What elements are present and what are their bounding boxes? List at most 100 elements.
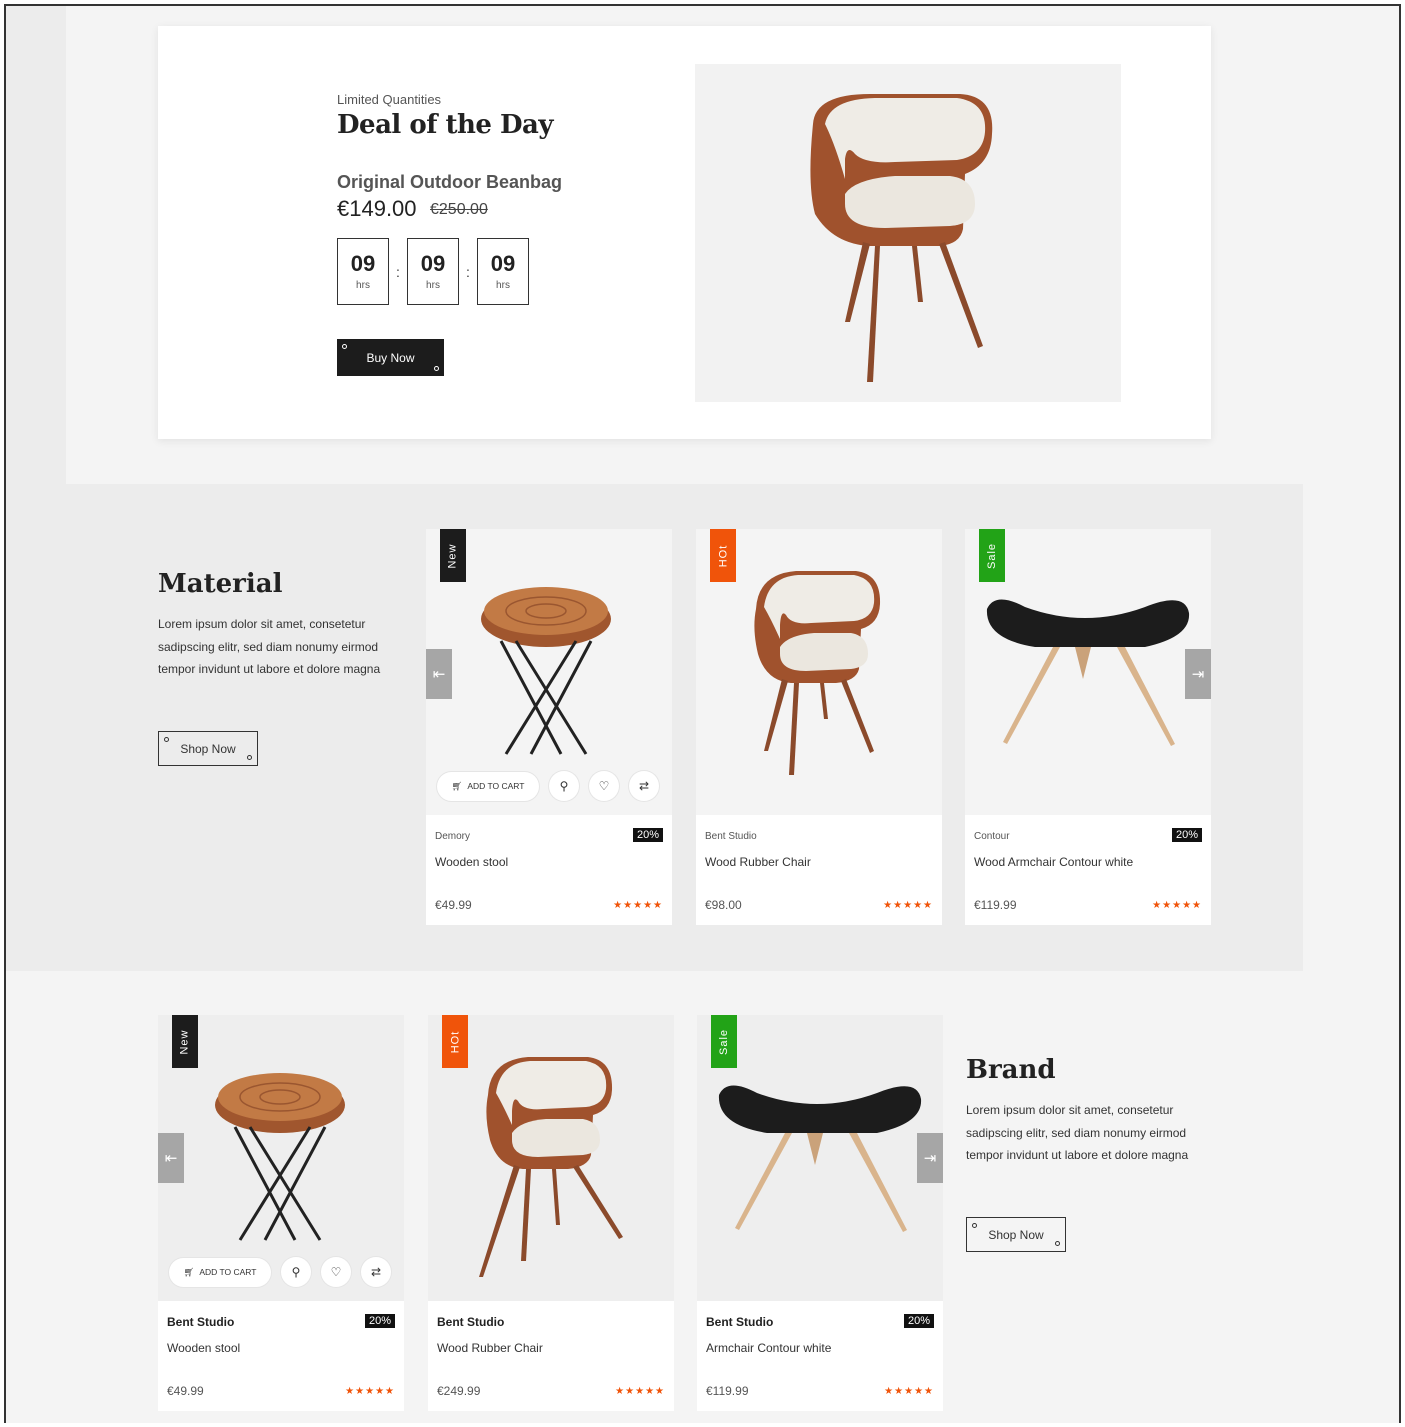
product-brand: Bent Studio — [167, 1315, 235, 1329]
heart-icon: ♡ — [330, 1265, 342, 1279]
brand-shop-now-button[interactable]: Shop Now — [966, 1217, 1066, 1252]
buy-now-button[interactable]: Buy Now — [337, 339, 444, 376]
rating-stars: ★★★★★ — [615, 1386, 665, 1397]
product-card[interactable]: HOt Bent Studio Wood Rubber Chair €249.9… — [428, 1015, 674, 1411]
deal-left-strip — [6, 6, 66, 486]
timer-separator: : — [466, 263, 470, 280]
card-actions: 🛒︎ ADD TO CART ⚲ ♡ ⇄ — [169, 1257, 391, 1287]
product-brand: Bent Studio — [437, 1315, 505, 1329]
timer-box: 09 hrs — [407, 238, 459, 305]
product-brand: Bent Studio — [706, 1315, 774, 1329]
badge-hot: HOt — [442, 1015, 468, 1068]
heart-icon: ♡ — [598, 779, 610, 793]
add-to-cart-button[interactable]: 🛒︎ ADD TO CART — [169, 1257, 271, 1287]
product-name[interactable]: Armchair Contour white — [706, 1341, 831, 1355]
timer-value: 09 — [350, 251, 376, 276]
wishlist-button[interactable]: ♡ — [589, 771, 619, 801]
timer-separator: : — [396, 263, 400, 280]
compare-button[interactable]: ⇄ — [629, 771, 659, 801]
search-icon: ⚲ — [559, 779, 569, 793]
badge-sale: Sale — [979, 529, 1005, 582]
chevron-left-icon: ⇤ — [432, 666, 446, 683]
discount-badge: 20% — [632, 828, 663, 842]
rating-stars: ★★★★★ — [883, 900, 933, 911]
deal-old-price: €250.00 — [430, 201, 488, 218]
product-price: €49.99 — [435, 898, 472, 912]
compare-button[interactable]: ⇄ — [361, 1257, 391, 1287]
badge-new: New — [172, 1015, 198, 1068]
deal-title: Deal of the Day — [337, 110, 553, 140]
quick-view-button[interactable]: ⚲ — [549, 771, 579, 801]
search-icon: ⚲ — [291, 1265, 301, 1279]
carousel-prev-button[interactable]: ⇤ — [158, 1133, 184, 1183]
carousel-next-button[interactable]: ⇥ — [1185, 649, 1211, 699]
badge-new: New — [440, 529, 466, 582]
deal-card: Limited Quantities Deal of the Day Origi… — [158, 26, 1211, 439]
compare-icon: ⇄ — [370, 1265, 382, 1279]
carousel-prev-button[interactable]: ⇤ — [426, 649, 452, 699]
cart-icon: 🛒︎ — [183, 1266, 195, 1277]
compare-icon: ⇄ — [638, 779, 650, 793]
armchair-image — [810, 94, 993, 382]
material-title: Material — [158, 569, 283, 599]
deal-subtitle: Limited Quantities — [337, 92, 442, 107]
product-brand: Bent Studio — [705, 831, 757, 842]
discount-badge: 20% — [1171, 828, 1202, 842]
product-card[interactable]: New ⇤ 🛒︎ ADD TO CART ⚲ ♡ ⇄ Bent Studio 20… — [158, 1015, 404, 1411]
product-price: €49.99 — [167, 1384, 204, 1398]
product-price: €119.99 — [974, 898, 1017, 912]
product-card[interactable]: New ⇤ 🛒︎ ADD TO CART ⚲ ♡ ⇄ Demory 20% Woo… — [426, 529, 672, 925]
timer-box: 09 hrs — [477, 238, 529, 305]
product-brand: Contour — [974, 831, 1010, 842]
brand-title: Brand — [966, 1055, 1056, 1085]
product-name[interactable]: Wooden stool — [435, 855, 508, 869]
product-name[interactable]: Wood Rubber Chair — [437, 1341, 543, 1355]
quick-view-button[interactable]: ⚲ — [281, 1257, 311, 1287]
product-brand: Demory — [435, 831, 471, 842]
product-card[interactable]: Sale ⇥ Bent Studio 20% Armchair Contour … — [697, 1015, 943, 1411]
rating-stars: ★★★★★ — [613, 900, 663, 911]
add-to-cart-label: ADD TO CART — [467, 781, 525, 791]
discount-badge: 20% — [364, 1314, 395, 1328]
chevron-left-icon: ⇤ — [164, 1150, 178, 1167]
product-name[interactable]: Wood Rubber Chair — [705, 855, 811, 869]
brand-text: Lorem ipsum dolor sit amet, consetetur s… — [966, 1103, 1189, 1162]
deal-price: €149.00 — [337, 196, 417, 221]
buy-now-label: Buy Now — [366, 350, 415, 365]
product-card[interactable]: HOt Bent Studio Wood Rubber Chair €98.00… — [696, 529, 942, 925]
timer-value: 09 — [420, 251, 446, 276]
product-price: €98.00 — [705, 898, 742, 912]
countdown-timer: 09 hrs : 09 hrs : 09 hrs — [337, 238, 529, 305]
cart-icon: 🛒︎ — [451, 780, 463, 791]
rating-stars: ★★★★★ — [1152, 900, 1202, 911]
discount-badge: 20% — [903, 1314, 934, 1328]
add-to-cart-label: ADD TO CART — [199, 1267, 257, 1277]
badge-hot: HOt — [710, 529, 736, 582]
shop-now-label: Shop Now — [180, 741, 236, 756]
timer-label: hrs — [496, 280, 510, 291]
wishlist-button[interactable]: ♡ — [321, 1257, 351, 1287]
deal-product-image[interactable] — [695, 64, 1121, 402]
carousel-next-button[interactable]: ⇥ — [917, 1133, 943, 1183]
product-price: €249.99 — [437, 1384, 481, 1398]
timer-value: 09 — [490, 251, 516, 276]
add-to-cart-button[interactable]: 🛒︎ ADD TO CART — [437, 771, 539, 801]
card-actions: 🛒︎ ADD TO CART ⚲ ♡ ⇄ — [437, 771, 659, 801]
chevron-right-icon: ⇥ — [923, 1150, 937, 1167]
material-shop-now-button[interactable]: Shop Now — [158, 731, 258, 766]
page-frame: Limited Quantities Deal of the Day Origi… — [4, 4, 1401, 1423]
rating-stars: ★★★★★ — [884, 1386, 934, 1397]
timer-label: hrs — [426, 280, 440, 291]
product-price: €119.99 — [706, 1384, 749, 1398]
product-card[interactable]: Sale ⇥ Contour 20% Wood Armchair Contour… — [965, 529, 1211, 925]
timer-box: 09 hrs — [337, 238, 389, 305]
shop-now-label: Shop Now — [988, 1227, 1044, 1242]
product-name[interactable]: Wooden stool — [167, 1341, 240, 1355]
deal-product-name[interactable]: Original Outdoor Beanbag — [337, 172, 562, 193]
badge-sale: Sale — [711, 1015, 737, 1068]
timer-label: hrs — [356, 280, 370, 291]
product-name[interactable]: Wood Armchair Contour white — [974, 855, 1133, 869]
material-text: Lorem ipsum dolor sit amet, consetetur s… — [158, 617, 381, 676]
rating-stars: ★★★★★ — [345, 1386, 395, 1397]
chevron-right-icon: ⇥ — [1191, 666, 1205, 683]
